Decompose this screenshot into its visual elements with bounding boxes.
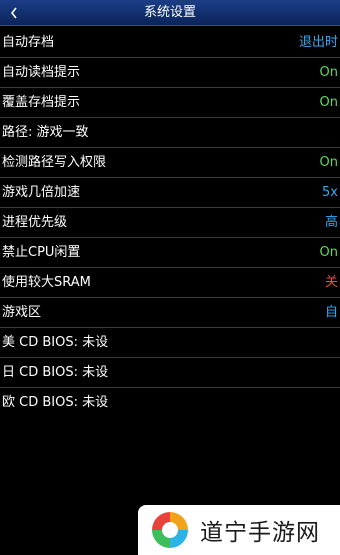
watermark-text: 道宁手游网 <box>200 520 320 546</box>
setting-us-cd-bios[interactable]: 美 CD BIOS: 未设 <box>0 328 340 358</box>
setting-label: 禁止CPU闲置 <box>2 245 81 260</box>
page-title: 系统设置 <box>143 5 196 20</box>
setting-label: 游戏区 <box>2 305 42 320</box>
setting-label: 日 CD BIOS: 未设 <box>2 365 109 380</box>
setting-path[interactable]: 路径: 游戏一致 <box>0 118 340 148</box>
setting-label: 自动读档提示 <box>2 65 81 80</box>
setting-label: 使用较大SRAM <box>2 275 91 290</box>
setting-disable-cpu-idle[interactable]: 禁止CPU闲置 On <box>0 238 340 268</box>
setting-label: 路径: 游戏一致 <box>2 125 89 140</box>
setting-label: 自动存档 <box>2 35 55 50</box>
setting-large-sram[interactable]: 使用较大SRAM 关 <box>0 268 340 298</box>
setting-eu-cd-bios[interactable]: 欧 CD BIOS: 未设 <box>0 388 340 418</box>
setting-value: On <box>319 245 338 260</box>
setting-value: 退出时 <box>298 35 338 50</box>
watermark: 道宁手游网 <box>138 505 340 555</box>
setting-label: 检测路径写入权限 <box>2 155 107 170</box>
setting-check-write-permission[interactable]: 检测路径写入权限 On <box>0 148 340 178</box>
settings-list: 自动存档 退出时 自动读档提示 On 覆盖存档提示 On 路径: 游戏一致 检测… <box>0 28 340 418</box>
setting-overwrite-save-prompt[interactable]: 覆盖存档提示 On <box>0 88 340 118</box>
title-bar: 系统设置 <box>0 0 340 26</box>
setting-game-speed[interactable]: 游戏几倍加速 5x <box>0 178 340 208</box>
setting-label: 欧 CD BIOS: 未设 <box>2 395 109 410</box>
setting-label: 游戏几倍加速 <box>2 185 81 200</box>
setting-label: 覆盖存档提示 <box>2 95 81 110</box>
setting-label: 进程优先级 <box>2 215 68 230</box>
setting-game-region[interactable]: 游戏区 自 <box>0 298 340 328</box>
setting-value: 自 <box>324 305 338 320</box>
setting-auto-load-prompt[interactable]: 自动读档提示 On <box>0 58 340 88</box>
setting-jp-cd-bios[interactable]: 日 CD BIOS: 未设 <box>0 358 340 388</box>
setting-auto-save[interactable]: 自动存档 退出时 <box>0 28 340 58</box>
setting-value: 5x <box>322 185 338 200</box>
setting-value: On <box>319 95 338 110</box>
setting-value: On <box>319 155 338 170</box>
setting-label: 美 CD BIOS: 未设 <box>2 335 109 350</box>
setting-value: 高 <box>324 215 338 230</box>
setting-value: 关 <box>324 275 338 290</box>
swirl-logo-icon <box>150 510 190 550</box>
setting-process-priority[interactable]: 进程优先级 高 <box>0 208 340 238</box>
setting-value: On <box>319 65 338 80</box>
